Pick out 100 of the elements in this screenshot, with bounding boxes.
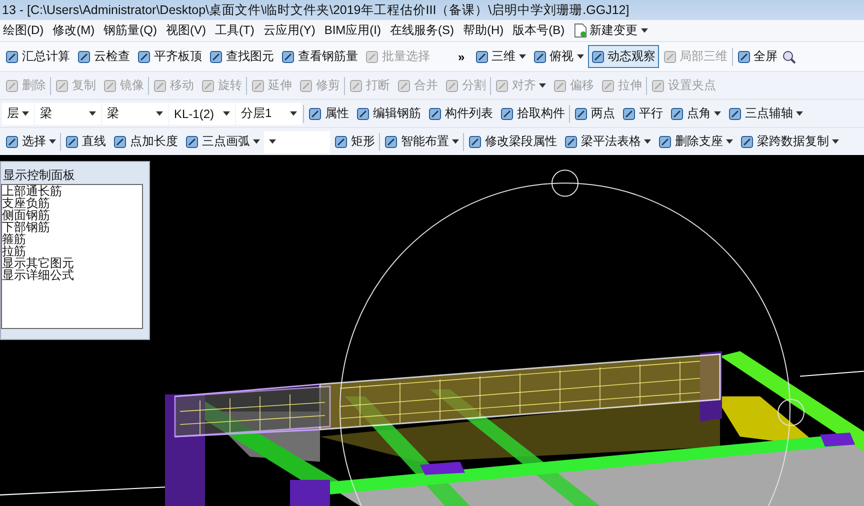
tool-icon [622,106,636,120]
menu-item[interactable]: 绘图(D) [3,22,44,39]
menu-item[interactable]: 修改(M) [52,22,95,39]
toolbar-button[interactable]: 平齐板顶 [134,45,205,68]
tool-icon [65,134,79,148]
toolbar-button[interactable]: 矩形 [331,130,378,153]
window-title: 13 - [C:\Users\Administrator\Desktop\桌面文件\临时文件夹\2019年工程估价III（备课）\启明中学刘珊珊.GGJ12] [0,0,864,20]
caret-icon [22,111,29,116]
list-item[interactable]: 箍筋 [2,233,142,245]
caret-icon [796,111,803,116]
toolbar-button[interactable]: 智能布置 [381,130,462,153]
menu-item[interactable]: 钢筋量(Q) [104,22,157,39]
caret-icon [832,139,839,144]
menu-item[interactable]: BIM应用(I) [324,22,381,39]
tool-icon [251,78,265,92]
toolbar-button[interactable]: 点角 [667,102,724,125]
toolbar-button[interactable]: 拾取构件 [497,102,568,125]
toolbar-button[interactable]: 三点画弧 [182,130,263,153]
toolbar-button[interactable]: 直线 [62,130,109,153]
tool-icon [740,134,754,148]
toolbar-button[interactable]: 两点 [571,102,618,125]
toolbar-button[interactable]: 汇总计算 [2,45,73,68]
menu-item[interactable]: 工具(T) [215,22,254,39]
menu-item[interactable]: 帮助(H) [463,22,504,39]
toolbar-button[interactable]: 点加长度 [110,130,181,153]
caret-icon [253,139,260,144]
toolbar-button[interactable]: 构件列表 [425,102,496,125]
dropdown-field[interactable]: KL-1(2) [169,102,235,124]
tool-icon [474,50,489,64]
list-item[interactable]: 显示详细公式 [2,269,142,281]
toolbar-button[interactable]: 选择 [2,130,59,153]
tool-icon [281,50,295,64]
dropdown-field[interactable]: 梁 [35,102,101,124]
tool-icon [103,78,117,92]
3d-viewport[interactable]: 显示控制面板 上部通长筋 支座负筋 侧面钢筋 下部钢筋 箍筋 拉筋 显示其它图元 显示详细公式 [0,155,864,506]
menu-item[interactable]: 版本号(B) [512,22,565,39]
document-icon [574,23,587,38]
panel-title: 显示控制面板 [2,167,76,184]
caret-icon [644,139,651,144]
tool-icon [5,78,19,92]
caret-icon [714,111,721,116]
toolbar-button[interactable]: 查找图元 [206,45,277,68]
tool-icon [601,78,615,92]
list-item[interactable]: 下部钢筋 [2,221,142,233]
zoom-icon[interactable] [782,50,796,64]
toolbar-button[interactable]: 修改梁段属性 [465,130,560,153]
menu-item[interactable]: 新建变更 [574,22,648,39]
caret-icon [269,139,276,144]
tool-icon [658,134,672,148]
toolbar-button[interactable]: 动态观察 [588,45,659,68]
list-item[interactable]: 侧面钢筋 [2,209,142,221]
toolbar-button[interactable]: 三点辅轴 [725,102,806,125]
caret-icon [223,111,230,116]
toolbar-button[interactable]: 俯视 [530,45,587,68]
tool-icon [77,50,91,64]
tool-icon [736,50,751,64]
toolbar-button[interactable]: 属性 [305,102,352,125]
tool-icon [397,78,411,92]
menu-item[interactable]: 视图(V) [166,22,206,39]
tool-icon [651,78,665,92]
tool-icon [349,78,363,92]
toolbar-button[interactable]: 梁平法表格 [561,130,654,153]
toolbar-button[interactable]: 编辑钢筋 [353,102,424,125]
tool-icon [209,50,223,64]
dropdown-field[interactable]: 分层1 [236,102,302,124]
caret-icon [452,139,459,144]
toolbar-button[interactable]: 删除支座 [655,130,736,153]
tool-icon [185,134,199,148]
toolbar-button[interactable]: 查看钢筋量 [278,45,361,68]
list-item[interactable]: 显示其它图元 [2,257,142,269]
tool-icon [500,106,514,120]
tool-icon [113,134,127,148]
menu-item[interactable]: 在线服务(S) [390,22,454,39]
list-item[interactable]: 拉筋 [2,245,142,257]
tool-icon [55,78,69,92]
toolbar-button[interactable]: 云检查 [74,45,133,68]
toolbar-button[interactable]: 平行 [619,102,666,125]
toolbar-button[interactable]: 全屏 [734,45,781,68]
tool-icon [201,78,215,92]
toolbar-button[interactable]: 梁跨数据复制 [737,130,842,153]
list-item[interactable]: 上部通长筋 [2,185,142,197]
toolbar-button[interactable]: 三维 [472,45,529,68]
orbit-handle[interactable] [778,398,804,426]
menu-item[interactable]: 云应用(Y) [263,22,316,39]
overflow-button[interactable]: » [434,50,471,64]
dropdown-field[interactable] [264,130,330,152]
axis-line [800,370,864,377]
dropdown-field[interactable]: 层 [2,102,34,124]
tool-icon [365,50,379,64]
orbit-handle[interactable] [552,170,578,197]
tool-icon [5,50,19,64]
caret-icon [576,54,584,59]
tool-icon [137,50,151,64]
dropdown-field[interactable]: 梁 [102,102,168,124]
tool-icon [153,78,167,92]
caret-icon [89,111,96,116]
list-item[interactable]: 支座负筋 [2,197,142,209]
tool-icon [384,134,398,148]
caret-icon [49,139,56,144]
caret-icon [539,83,546,88]
